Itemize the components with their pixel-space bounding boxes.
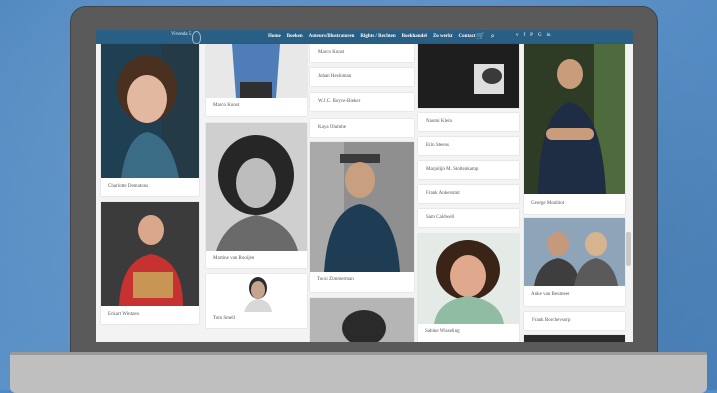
- site-logo[interactable]: Vivenda 5: [171, 32, 191, 37]
- search-icon[interactable]: ⌕: [491, 32, 495, 41]
- author-name[interactable]: Johan Hesluman: [318, 74, 351, 79]
- profile-card[interactable]: Tom Smell: [206, 274, 307, 328]
- vimeo-icon[interactable]: v: [516, 33, 519, 38]
- profile-name[interactable]: Tom Smell: [213, 316, 235, 321]
- profile-name[interactable]: Eckart Wintzen: [108, 312, 139, 317]
- profile-card[interactable]: Anke van Beumeer: [524, 218, 625, 306]
- name-card[interactable]: Frank Borchevsorp: [524, 312, 625, 330]
- profile-photo: [524, 218, 625, 286]
- pinterest-icon[interactable]: P: [530, 33, 533, 38]
- author-name[interactable]: Kaya Olumbe: [318, 125, 346, 130]
- author-name[interactable]: Marjolijn M. Stoltenkamp: [426, 167, 478, 172]
- profile-name[interactable]: Anke van Beumeer: [531, 292, 570, 297]
- name-card[interactable]: Sam Caldwell: [418, 209, 519, 227]
- menu-item-auteurs[interactable]: Auteurs/Illustratoren: [309, 34, 355, 39]
- profile-photo: [206, 123, 307, 251]
- profile-name[interactable]: Sabine Wisseling: [425, 329, 460, 334]
- profile-card[interactable]: George Monbiot: [524, 44, 625, 214]
- logo-mark-icon: [192, 31, 201, 44]
- cart-icon[interactable]: 🛒: [476, 32, 485, 41]
- profile-photo: [310, 142, 414, 272]
- scrollbar[interactable]: [626, 232, 631, 266]
- profile-photo: [524, 44, 625, 194]
- profile-photo: [524, 335, 625, 342]
- author-name[interactable]: Sam Caldwell: [426, 215, 454, 220]
- profile-card[interactable]: Marco Kunst: [206, 44, 307, 116]
- author-name[interactable]: Erin Steens: [426, 143, 449, 148]
- profile-photo: [206, 44, 307, 98]
- profile-photo: [206, 274, 307, 312]
- laptop-base: [10, 352, 707, 393]
- name-card[interactable]: Marco Kunst: [310, 44, 414, 62]
- google-icon[interactable]: G: [538, 33, 542, 38]
- author-name[interactable]: Frank Ankersmit: [426, 191, 460, 196]
- menu-item-boeken[interactable]: Boeken: [287, 34, 303, 39]
- profile-card[interactable]: Martine van Rooijen: [206, 123, 307, 268]
- menu-item-zo-werkt[interactable]: Zo werkt: [433, 34, 453, 39]
- menu-item-contact[interactable]: Contact: [459, 34, 476, 39]
- profile-photo: [418, 44, 519, 108]
- name-card[interactable]: Marjolijn M. Stoltenkamp: [418, 161, 519, 179]
- profile-card[interactable]: Sabine Wisseling: [418, 234, 519, 342]
- profile-card[interactable]: Charlotte Dematons: [101, 44, 199, 196]
- profile-name[interactable]: George Monbiot: [531, 201, 564, 206]
- name-card[interactable]: Kaya Olumbe: [310, 119, 414, 137]
- profile-name[interactable]: Marco Kunst: [213, 103, 239, 108]
- profile-card[interactable]: [418, 44, 519, 108]
- name-card[interactable]: W.J.C. Boyce-Bieker: [310, 93, 414, 111]
- linkedin-icon[interactable]: in: [547, 33, 551, 38]
- profile-card[interactable]: [310, 298, 414, 342]
- top-nav: Vivenda 5 Home Boeken Auteurs/Illustrato…: [96, 30, 633, 44]
- name-card[interactable]: Erin Steens: [418, 137, 519, 155]
- menu-item-home[interactable]: Home: [268, 34, 281, 39]
- author-name[interactable]: Marco Kunst: [318, 50, 344, 55]
- name-card[interactable]: Naomi Klein: [418, 113, 519, 131]
- profile-photo: [418, 234, 519, 324]
- profile-photo: [101, 202, 199, 306]
- profile-name[interactable]: Tocsi Zimmerman: [317, 277, 354, 282]
- profile-photo: [310, 298, 414, 342]
- author-name[interactable]: Naomi Klein: [426, 119, 452, 124]
- facebook-icon[interactable]: f: [524, 33, 526, 38]
- main-menu: Home Boeken Auteurs/Illustratoren Rights…: [268, 34, 476, 39]
- menu-item-rights[interactable]: Rights / Rechten: [360, 34, 395, 39]
- profile-card[interactable]: Eckart Wintzen: [101, 202, 199, 324]
- profile-card[interactable]: [524, 335, 625, 342]
- profile-name[interactable]: Martine van Rooijen: [213, 256, 254, 261]
- profile-photo: [101, 44, 199, 178]
- menu-item-boekhandel[interactable]: Boekhandel: [402, 34, 427, 39]
- laptop-screen: Vivenda 5 Home Boeken Auteurs/Illustrato…: [96, 30, 633, 342]
- nav-icons: 🛒 ⌕: [476, 32, 495, 41]
- profile-card[interactable]: Tocsi Zimmerman: [310, 142, 414, 292]
- name-card[interactable]: Johan Hesluman: [310, 68, 414, 86]
- author-name[interactable]: Frank Borchevsorp: [532, 318, 570, 323]
- name-card[interactable]: Frank Ankersmit: [418, 185, 519, 203]
- profile-name[interactable]: Charlotte Dematons: [108, 184, 148, 189]
- social-links: v f P G in: [516, 33, 550, 38]
- author-name[interactable]: W.J.C. Boyce-Bieker: [318, 99, 360, 104]
